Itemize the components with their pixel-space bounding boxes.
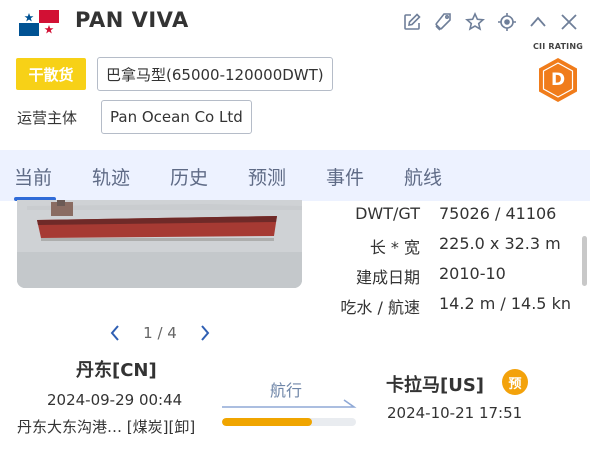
spec-value: 14.2 m / 14.5 kn [439,294,571,313]
tab-history[interactable]: 历史 [170,163,208,190]
spec-value: 2010-10 [439,264,506,283]
spec-label: DWT/GT [355,204,420,223]
operator-tag[interactable]: Pan Ocean Co Ltd [101,100,252,134]
arrival-time: 2024-10-21 17:51 [387,404,523,422]
tab-current[interactable]: 当前 [14,163,52,190]
star-icon[interactable] [464,11,486,33]
departure-port[interactable]: 丹东[CN] [76,356,157,382]
spec-label: 吃水 / 航速 [340,298,420,317]
cii-rating: CII RATING D [530,42,586,102]
spec-row-dwt: DWT/GT 75026 / 41106 [300,204,585,230]
vessel-photo-image [17,200,302,288]
locate-icon[interactable] [496,11,518,33]
chevron-right-icon[interactable] [195,322,215,344]
tab-forecast[interactable]: 预测 [248,163,286,190]
operator-label: 运营主体 [17,109,78,127]
eta-forecast-badge: 预 [502,369,528,395]
destination-port[interactable]: 卡拉马[US] [386,371,484,397]
vessel-header: PAN VIVA CII RATING D 干散货 巴拿马型(65000-120… [0,0,590,150]
edit-icon[interactable] [401,11,423,33]
chevron-left-icon[interactable] [105,322,125,344]
spec-value: 225.0 x 32.3 m [439,234,561,253]
panama-flag-icon [19,10,59,36]
departure-detail: 丹东大东沟港… [煤炭][卸] [17,418,196,436]
vessel-photo[interactable] [17,200,302,288]
spec-row-draft-speed: 吃水 / 航速 14.2 m / 14.5 kn [300,294,585,320]
voyage-progress-fill [222,418,312,426]
ship-class-tag: 巴拿马型(65000-120000DWT) [97,57,333,91]
spec-value: 75026 / 41106 [439,204,557,223]
spec-row-dimensions: 长 * 宽 225.0 x 32.3 m [300,234,585,260]
cargo-type-tag: 干散货 [16,58,86,90]
spec-label: 长 * 宽 [369,238,420,257]
departure-time: 2024-09-29 00:44 [47,391,183,409]
spec-row-build-date: 建成日期 2010-10 [300,264,585,290]
tag-icon[interactable] [432,11,454,33]
close-icon[interactable] [558,11,580,33]
tab-events[interactable]: 事件 [326,163,364,190]
scrollbar[interactable] [582,236,587,286]
cii-grade: D [550,70,566,90]
pager-count: 1 / 4 [143,324,177,342]
tab-track[interactable]: 轨迹 [92,163,130,190]
cii-rating-label: CII RATING [532,42,584,51]
tab-bar: 当前 轨迹 历史 预测 事件 航线 [0,150,590,201]
route-arrow-icon [222,399,357,408]
collapse-icon[interactable] [527,11,549,33]
spec-label: 建成日期 [355,268,420,287]
photo-pager: 1 / 4 [105,322,215,344]
vessel-name: PAN VIVA [75,8,189,32]
voyage-progress-bar [222,418,356,426]
tab-route[interactable]: 航线 [404,163,442,190]
